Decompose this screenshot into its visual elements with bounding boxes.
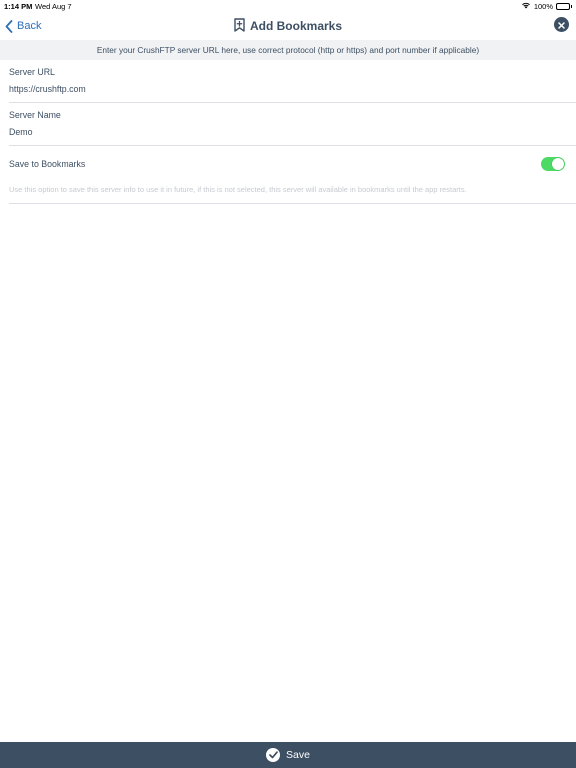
save-to-bookmarks-hint: Use this option to save this server info… xyxy=(9,185,467,194)
server-name-input[interactable] xyxy=(9,125,549,139)
save-label: Save xyxy=(286,749,310,761)
battery-percent: 100% xyxy=(533,1,553,11)
close-icon xyxy=(558,16,565,34)
bookmark-add-icon xyxy=(234,17,245,35)
add-bookmarks-screen: 1:14 PM Wed Aug 7 100% Back Add Bookmark… xyxy=(0,0,576,768)
status-date: Wed Aug 7 xyxy=(35,2,72,11)
close-button[interactable] xyxy=(554,17,569,32)
checkmark-circle-icon xyxy=(266,748,281,762)
navigation-bar: Back Add Bookmarks xyxy=(0,12,576,40)
page-title: Add Bookmarks xyxy=(0,16,576,36)
save-to-bookmarks-row: Save to Bookmarks Use this option to sav… xyxy=(9,146,576,204)
info-banner: Enter your CrushFTP server URL here, use… xyxy=(0,40,576,60)
status-time: 1:14 PM xyxy=(4,2,33,11)
wifi-icon xyxy=(521,1,531,11)
toggle-knob xyxy=(552,158,564,170)
status-bar: 1:14 PM Wed Aug 7 100% xyxy=(0,0,576,12)
server-url-label: Server URL xyxy=(9,67,55,77)
server-name-field: Server Name xyxy=(9,103,576,146)
save-to-bookmarks-label: Save to Bookmarks xyxy=(9,159,86,169)
server-name-label: Server Name xyxy=(9,110,61,120)
battery-icon xyxy=(556,2,572,10)
bookmark-form: Server URL Server Name Save to Bookmarks… xyxy=(9,60,576,204)
server-url-input[interactable] xyxy=(9,82,549,96)
save-button[interactable]: Save xyxy=(0,742,576,768)
page-title-text: Add Bookmarks xyxy=(249,19,343,33)
server-url-field: Server URL xyxy=(9,60,576,103)
status-right: 100% xyxy=(521,1,572,11)
save-to-bookmarks-toggle[interactable] xyxy=(541,157,565,171)
info-banner-text: Enter your CrushFTP server URL here, use… xyxy=(96,45,480,55)
